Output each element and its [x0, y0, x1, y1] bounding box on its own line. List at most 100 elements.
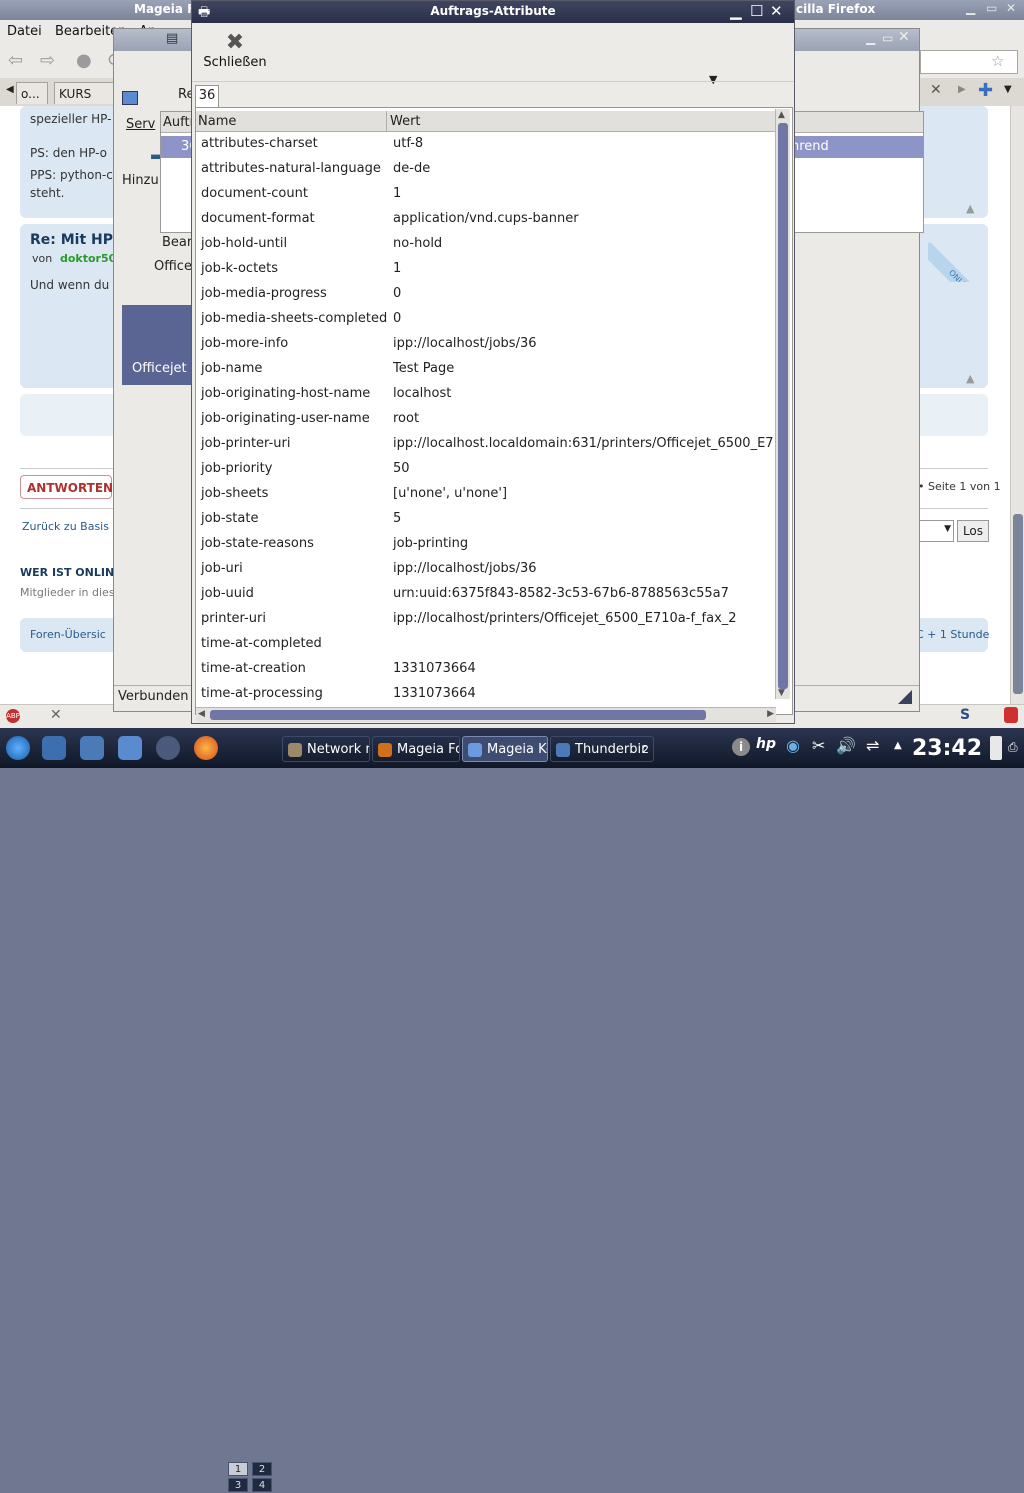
attribute-row[interactable]: time-at-creation 1331073664 [196, 657, 776, 682]
forum-index-link[interactable]: Foren-Übersic [30, 628, 106, 641]
forward-icon[interactable]: ⇨ [40, 50, 55, 71]
url-bar[interactable]: ☆ [920, 50, 1018, 74]
scroll-top-icon[interactable]: ▲ [966, 202, 974, 215]
tab-scroll-left-icon[interactable]: ◀ [6, 84, 14, 95]
page-scrollbar[interactable] [1010, 106, 1024, 704]
desktop-icon[interactable] [42, 736, 66, 760]
tab-job-36[interactable]: 36 [195, 85, 219, 107]
attribute-row[interactable]: job-media-progress 0 [196, 282, 776, 307]
mail-icon[interactable] [156, 736, 180, 760]
vertical-scrollbar-thumb[interactable] [778, 123, 788, 689]
scroll-down-icon[interactable]: ▼ [778, 688, 785, 698]
tab-list-icon[interactable]: ▼ [1004, 84, 1012, 95]
attribute-row[interactable]: job-originating-host-name localhost [196, 382, 776, 407]
back-link[interactable]: Zurück zu Basis [22, 520, 109, 533]
back-icon[interactable]: ⇦ [8, 50, 23, 71]
notifications-icon[interactable]: ⎙ [1008, 740, 1018, 755]
skype-icon[interactable]: S [960, 707, 970, 723]
add-button-label[interactable]: Hinzu [122, 173, 159, 188]
attribute-row[interactable]: document-count 1 [196, 182, 776, 207]
close-tab-icon[interactable]: ✕ [930, 82, 942, 98]
attribute-row[interactable]: document-format application/vnd.cups-bann… [196, 207, 776, 232]
close-icon[interactable]: ✕ [50, 707, 62, 723]
maximize-icon[interactable]: ☐ [750, 2, 763, 20]
horizontal-scrollbar-thumb[interactable] [210, 710, 706, 720]
maximize-icon[interactable]: ▭ [882, 31, 893, 45]
attribute-row[interactable]: job-uuid urn:uuid:6375f843-8582-3c53-67b6… [196, 582, 776, 607]
chevron-down-icon[interactable]: ▼ [709, 73, 717, 86]
jump-select[interactable]: ▼ [918, 520, 954, 542]
bookmark-star-icon[interactable]: ☆ [991, 52, 1004, 70]
pager-desktop[interactable]: 3 [228, 1478, 248, 1492]
clock[interactable]: 23:42 [912, 736, 982, 761]
attribute-row[interactable]: job-printer-uri ipp://localhost.localdoma… [196, 432, 790, 457]
vertical-scrollbar[interactable]: ▲ ▼ [775, 109, 790, 699]
scissors-icon[interactable]: ✂ [812, 736, 825, 755]
attribute-row[interactable]: job-more-info ipp://localhost/jobs/36 [196, 332, 776, 357]
close-icon[interactable]: ✕ [1006, 1, 1016, 15]
pager-desktop[interactable]: 2 [252, 1462, 272, 1476]
pager-desktop[interactable]: 4 [252, 1478, 272, 1492]
tab-1[interactable]: o... [16, 82, 48, 104]
taskbar-task[interactable]: Thunderbir 2 [550, 736, 654, 762]
attribute-row[interactable]: attributes-natural-language de-de [196, 157, 776, 182]
attribute-row[interactable]: job-name Test Page [196, 357, 776, 382]
scroll-right-icon[interactable]: ▶ [767, 709, 774, 719]
hp-icon[interactable]: hp [756, 736, 776, 752]
scrollbar-thumb[interactable] [1013, 514, 1023, 694]
volume-icon[interactable]: 🔊 [836, 736, 856, 755]
edit-label[interactable]: Bear [162, 235, 192, 250]
minimize-icon[interactable]: ▁ [966, 1, 975, 15]
attribute-row[interactable]: job-originating-user-name root [196, 407, 776, 432]
new-tab-icon[interactable]: ✚ [978, 80, 993, 101]
maximize-icon[interactable]: ▭ [986, 1, 997, 15]
printer-card[interactable]: Officejet [122, 305, 192, 385]
minimize-icon[interactable]: ▁ [866, 31, 875, 45]
attribute-row[interactable]: job-uri ipp://localhost/jobs/36 [196, 557, 776, 582]
taskbar-task[interactable]: Network m [282, 736, 370, 762]
attribute-row[interactable]: job-state 5 [196, 507, 776, 532]
config-icon[interactable] [80, 736, 104, 760]
menu-datei[interactable]: Datei [7, 24, 42, 39]
taskbar-task[interactable]: Mageia Kor [462, 736, 548, 762]
attribute-row[interactable]: job-hold-until no-hold [196, 232, 776, 257]
adblock-icon[interactable]: ABP [6, 709, 20, 723]
scroll-up-icon[interactable]: ▲ [778, 110, 785, 120]
resize-grip-icon[interactable] [898, 690, 912, 704]
tab-2[interactable]: KURS [54, 82, 114, 104]
ubuntu-one-icon[interactable] [1004, 707, 1018, 723]
attribute-row[interactable]: attributes-charset utf-8 [196, 132, 776, 157]
horizontal-scrollbar[interactable]: ◀ ▶ [196, 707, 776, 722]
column-header-value[interactable]: Wert [390, 114, 421, 129]
post-title[interactable]: Re: Mit HP [30, 232, 113, 248]
info-icon[interactable]: i [732, 738, 750, 756]
tab-scroll-right-icon[interactable]: ▶ [958, 84, 966, 95]
stop-icon[interactable]: ● [76, 50, 92, 71]
attribute-row[interactable]: time-at-completed [196, 632, 776, 657]
tray-expand-icon[interactable]: ▲ [894, 740, 902, 751]
attribute-row[interactable]: printer-uri ipp://localhost/printers/Offi… [196, 607, 776, 632]
firefox-icon[interactable] [194, 736, 218, 760]
minimize-icon[interactable]: ▁ [730, 2, 742, 20]
network-globe-icon[interactable]: ◉ [786, 736, 800, 755]
battery-icon[interactable] [990, 736, 1002, 760]
attribute-row[interactable]: job-priority 50 [196, 457, 776, 482]
attribute-row[interactable]: job-sheets [u'none', u'none'] [196, 482, 776, 507]
close-button[interactable]: ✖ Schließen [198, 31, 272, 77]
attribute-row[interactable]: job-k-octets 1 [196, 257, 776, 282]
pager-desktop[interactable]: 1 [228, 1462, 248, 1476]
server-menu[interactable]: Serv [126, 117, 155, 132]
attribute-row[interactable]: time-at-processing 1331073664 [196, 682, 776, 707]
column-divider[interactable] [386, 111, 387, 131]
scroll-top-icon[interactable]: ▲ [966, 372, 974, 385]
close-icon[interactable]: ✕ [898, 29, 910, 45]
scroll-left-icon[interactable]: ◀ [198, 709, 205, 719]
window-menu-icon[interactable]: ▤ [166, 31, 178, 46]
attribute-row[interactable]: job-state-reasons job-printing [196, 532, 776, 557]
attribute-row[interactable]: job-media-sheets-completed 0 [196, 307, 776, 332]
start-menu-icon[interactable] [6, 736, 30, 760]
column-header-name[interactable]: Name [198, 114, 236, 129]
taskbar-task[interactable]: Mageia For [372, 736, 460, 762]
file-manager-icon[interactable] [118, 736, 142, 760]
go-button[interactable]: Los [957, 520, 989, 542]
